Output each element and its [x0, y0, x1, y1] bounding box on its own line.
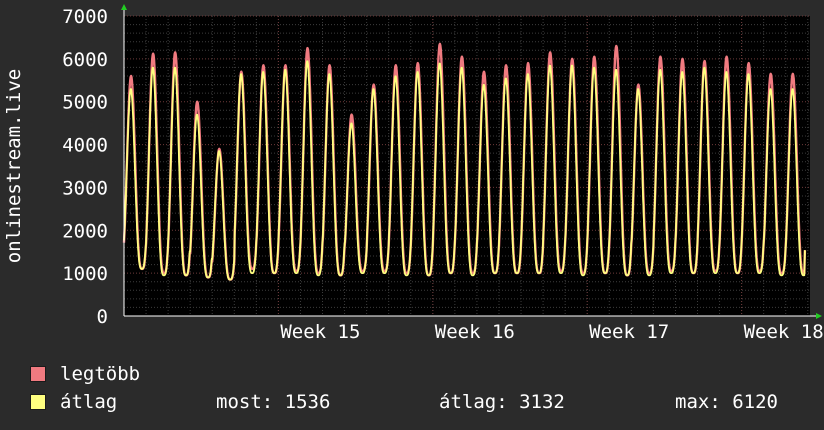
- legend-swatch-max: [30, 366, 46, 382]
- y-tick-label: 0: [97, 306, 108, 328]
- legend-swatch-avg: [30, 394, 46, 410]
- y-tick-label: 4000: [62, 135, 108, 157]
- x-tick-label: Week 17: [589, 321, 669, 343]
- y-tick-label: 3000: [62, 177, 108, 199]
- y-tick-label: 6000: [62, 49, 108, 71]
- stat-now: most: 1536: [216, 391, 331, 413]
- stat-avg: átlag: 3132: [439, 391, 565, 413]
- x-tick-label: Week 18: [744, 321, 824, 343]
- legend-item-max: legtöbb: [30, 363, 140, 385]
- legend-label-avg: átlag: [60, 391, 118, 413]
- legend-label-max: legtöbb: [60, 363, 141, 385]
- legend-item-avg: átlag: [30, 391, 117, 413]
- y-axis-label: onlinestream.live: [3, 69, 25, 263]
- y-tick-label: 5000: [62, 92, 108, 114]
- x-tick-label: Week 15: [280, 321, 360, 343]
- y-tick-label: 7000: [62, 6, 108, 28]
- y-axis-arrow: [121, 4, 127, 10]
- x-tick-label: Week 16: [435, 321, 515, 343]
- y-tick-label: 2000: [62, 220, 108, 242]
- stat-max: max: 6120: [675, 391, 778, 413]
- y-tick-label: 1000: [62, 263, 108, 285]
- x-axis-arrow: [816, 313, 822, 319]
